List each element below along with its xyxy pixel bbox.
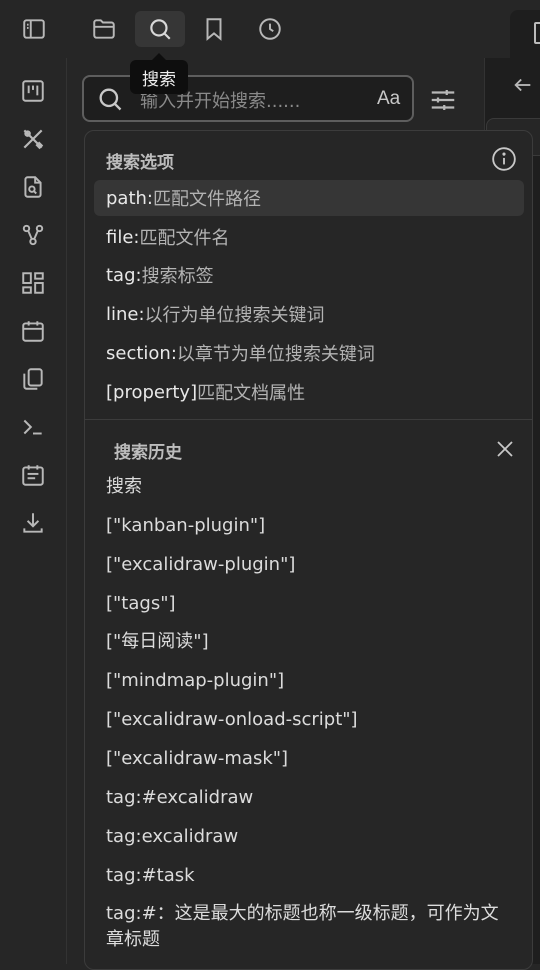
history-item[interactable]: ["每日阅读"]: [106, 629, 516, 655]
copy-icon[interactable]: [19, 365, 47, 393]
option-desc: 匹配文件名: [139, 228, 230, 249]
history-heading: 搜索历史: [114, 443, 182, 463]
bookmark-icon[interactable]: [196, 11, 232, 47]
option-desc: 以行为单位搜索关键词: [144, 305, 325, 326]
history-item[interactable]: ["excalidraw-mask"]: [106, 746, 516, 772]
option-desc: 以章节为单位搜索关键词: [176, 344, 375, 365]
history-item[interactable]: 搜索: [106, 474, 516, 500]
excalidraw-icon[interactable]: [19, 125, 47, 153]
graph-icon[interactable]: [19, 221, 47, 249]
history-item[interactable]: ["mindmap-plugin"]: [106, 668, 516, 694]
history-item[interactable]: ["kanban-plugin"]: [106, 513, 516, 539]
search-option-line[interactable]: line: 以行为单位搜索关键词: [94, 296, 524, 332]
option-key: line:: [106, 303, 145, 325]
search-icon[interactable]: [135, 11, 185, 47]
history-item[interactable]: tag:excalidraw: [106, 824, 516, 850]
download-icon[interactable]: [19, 509, 47, 537]
divider: [85, 419, 532, 420]
history-item[interactable]: ["tags"]: [106, 591, 516, 617]
top-toolbar: [0, 0, 540, 58]
file-search-icon[interactable]: [19, 173, 47, 201]
option-desc: 匹配文件路径: [153, 189, 261, 210]
search-option-section[interactable]: section: 以章节为单位搜索关键词: [94, 335, 524, 371]
option-key: path:: [106, 187, 153, 209]
back-arrow-icon[interactable]: [512, 74, 534, 100]
terminal-icon[interactable]: [19, 413, 47, 441]
history-item[interactable]: tag:#excalidraw: [106, 785, 516, 811]
option-key: [property]: [106, 381, 198, 403]
file-icon: [534, 22, 540, 44]
option-key: file:: [106, 226, 140, 248]
info-icon[interactable]: [491, 146, 517, 172]
option-desc: 匹配文档属性: [197, 383, 306, 404]
search-option-tag[interactable]: tag: 搜索标签: [94, 257, 524, 293]
options-heading: 搜索选项: [106, 153, 174, 173]
search-settings-icon[interactable]: [428, 85, 458, 115]
history-item[interactable]: tag:#：这是最大的标题也称一级标题，可作为文章标题: [106, 901, 516, 953]
sidebar-toggle-icon[interactable]: [16, 11, 52, 47]
option-key: section:: [106, 342, 177, 364]
search-option-file[interactable]: file: 匹配文件名: [94, 219, 524, 255]
history-item[interactable]: ["excalidraw-plugin"]: [106, 552, 516, 578]
folder-icon[interactable]: [86, 11, 122, 47]
search-option-path[interactable]: path: 匹配文件路径: [94, 180, 524, 216]
calendar-icon[interactable]: [19, 317, 47, 345]
daily-note-icon[interactable]: [19, 461, 47, 489]
clear-history-icon[interactable]: [493, 437, 517, 461]
kanban-icon[interactable]: [19, 77, 47, 105]
clock-icon[interactable]: [252, 11, 288, 47]
history-item[interactable]: tag:#task: [106, 863, 516, 889]
match-case-button[interactable]: Aa: [377, 88, 400, 110]
history-item[interactable]: ["excalidraw-onload-script"]: [106, 707, 516, 733]
option-key: tag:: [106, 264, 142, 286]
left-ribbon: [0, 58, 67, 964]
search-input-icon: [96, 85, 124, 113]
search-option-property[interactable]: [property] 匹配文档属性: [94, 374, 524, 410]
option-desc: 搜索标签: [141, 266, 214, 287]
search-tooltip: 搜索: [130, 53, 188, 94]
dashboard-icon[interactable]: [19, 269, 47, 297]
